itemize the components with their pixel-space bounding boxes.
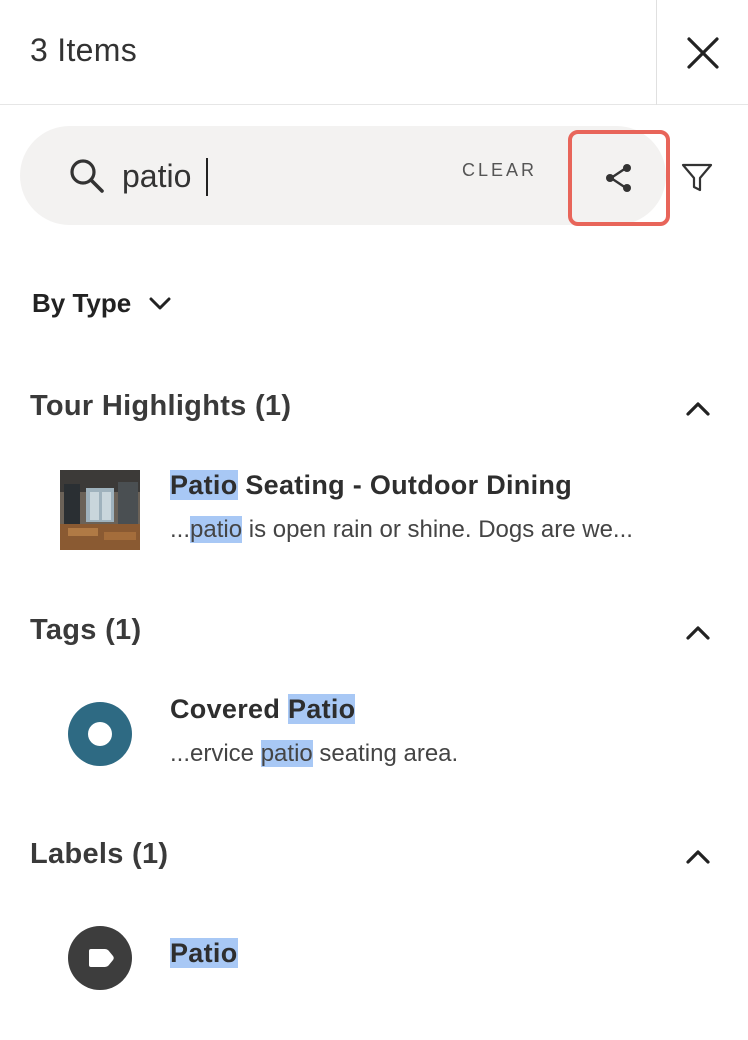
chevron-up-icon xyxy=(686,402,710,416)
collapse-tour-highlights-button[interactable] xyxy=(680,394,716,424)
close-icon xyxy=(686,36,719,69)
group-by-label: By Type xyxy=(32,288,132,318)
result-tour-highlight[interactable]: Patio Seating - Outdoor Dining ...patio … xyxy=(0,460,748,560)
chevron-down-icon xyxy=(149,297,171,309)
result-label[interactable]: Patio xyxy=(0,920,748,1000)
filter-button[interactable] xyxy=(676,156,718,198)
chevron-up-icon xyxy=(686,850,710,864)
search-match-highlight: patio xyxy=(190,516,243,543)
section-title-labels: Labels (1) xyxy=(30,838,169,870)
panel-header: 3 Items xyxy=(0,0,748,105)
search-match-highlight: Patio xyxy=(170,470,238,500)
result-title-text: Seating - Outdoor Dining xyxy=(237,470,572,500)
search-icon xyxy=(70,159,104,193)
tag-icon xyxy=(68,702,132,766)
snippet-text: seating area. xyxy=(312,740,459,767)
results-count-title: 3 Items xyxy=(30,32,138,68)
result-title: Covered Patio xyxy=(170,694,356,725)
result-title-text: Covered xyxy=(170,694,288,724)
group-by-dropdown[interactable]: By Type xyxy=(32,288,171,319)
highlight-thumbnail xyxy=(60,470,140,550)
result-tag[interactable]: Covered Patio ...ervice patio seating ar… xyxy=(0,686,748,786)
snippet-text: ... xyxy=(170,516,191,543)
filter-icon xyxy=(681,163,713,192)
search-match-highlight: Patio xyxy=(287,694,356,724)
search-match-highlight: Patio xyxy=(170,938,238,968)
share-button[interactable] xyxy=(568,130,670,226)
chevron-up-icon xyxy=(686,626,710,640)
result-snippet: ...patio is open rain or shine. Dogs are… xyxy=(170,516,720,544)
result-snippet: ...ervice patio seating area. xyxy=(170,740,720,768)
label-icon xyxy=(68,926,132,990)
snippet-text: ...ervice xyxy=(170,740,261,767)
text-caret xyxy=(206,158,208,196)
share-icon xyxy=(606,164,631,192)
search-input[interactable] xyxy=(122,150,442,202)
search-match-highlight: patio xyxy=(260,740,313,767)
result-title: Patio xyxy=(170,938,238,969)
clear-button[interactable]: CLEAR xyxy=(462,160,537,181)
result-title: Patio Seating - Outdoor Dining xyxy=(170,470,572,501)
snippet-text: is open rain or shine. Dogs are we... xyxy=(242,516,633,543)
collapse-tags-button[interactable] xyxy=(680,618,716,648)
collapse-labels-button[interactable] xyxy=(680,842,716,872)
section-title-tour-highlights: Tour Highlights (1) xyxy=(30,390,292,422)
close-button[interactable] xyxy=(657,0,748,105)
section-title-tags: Tags (1) xyxy=(30,614,142,646)
